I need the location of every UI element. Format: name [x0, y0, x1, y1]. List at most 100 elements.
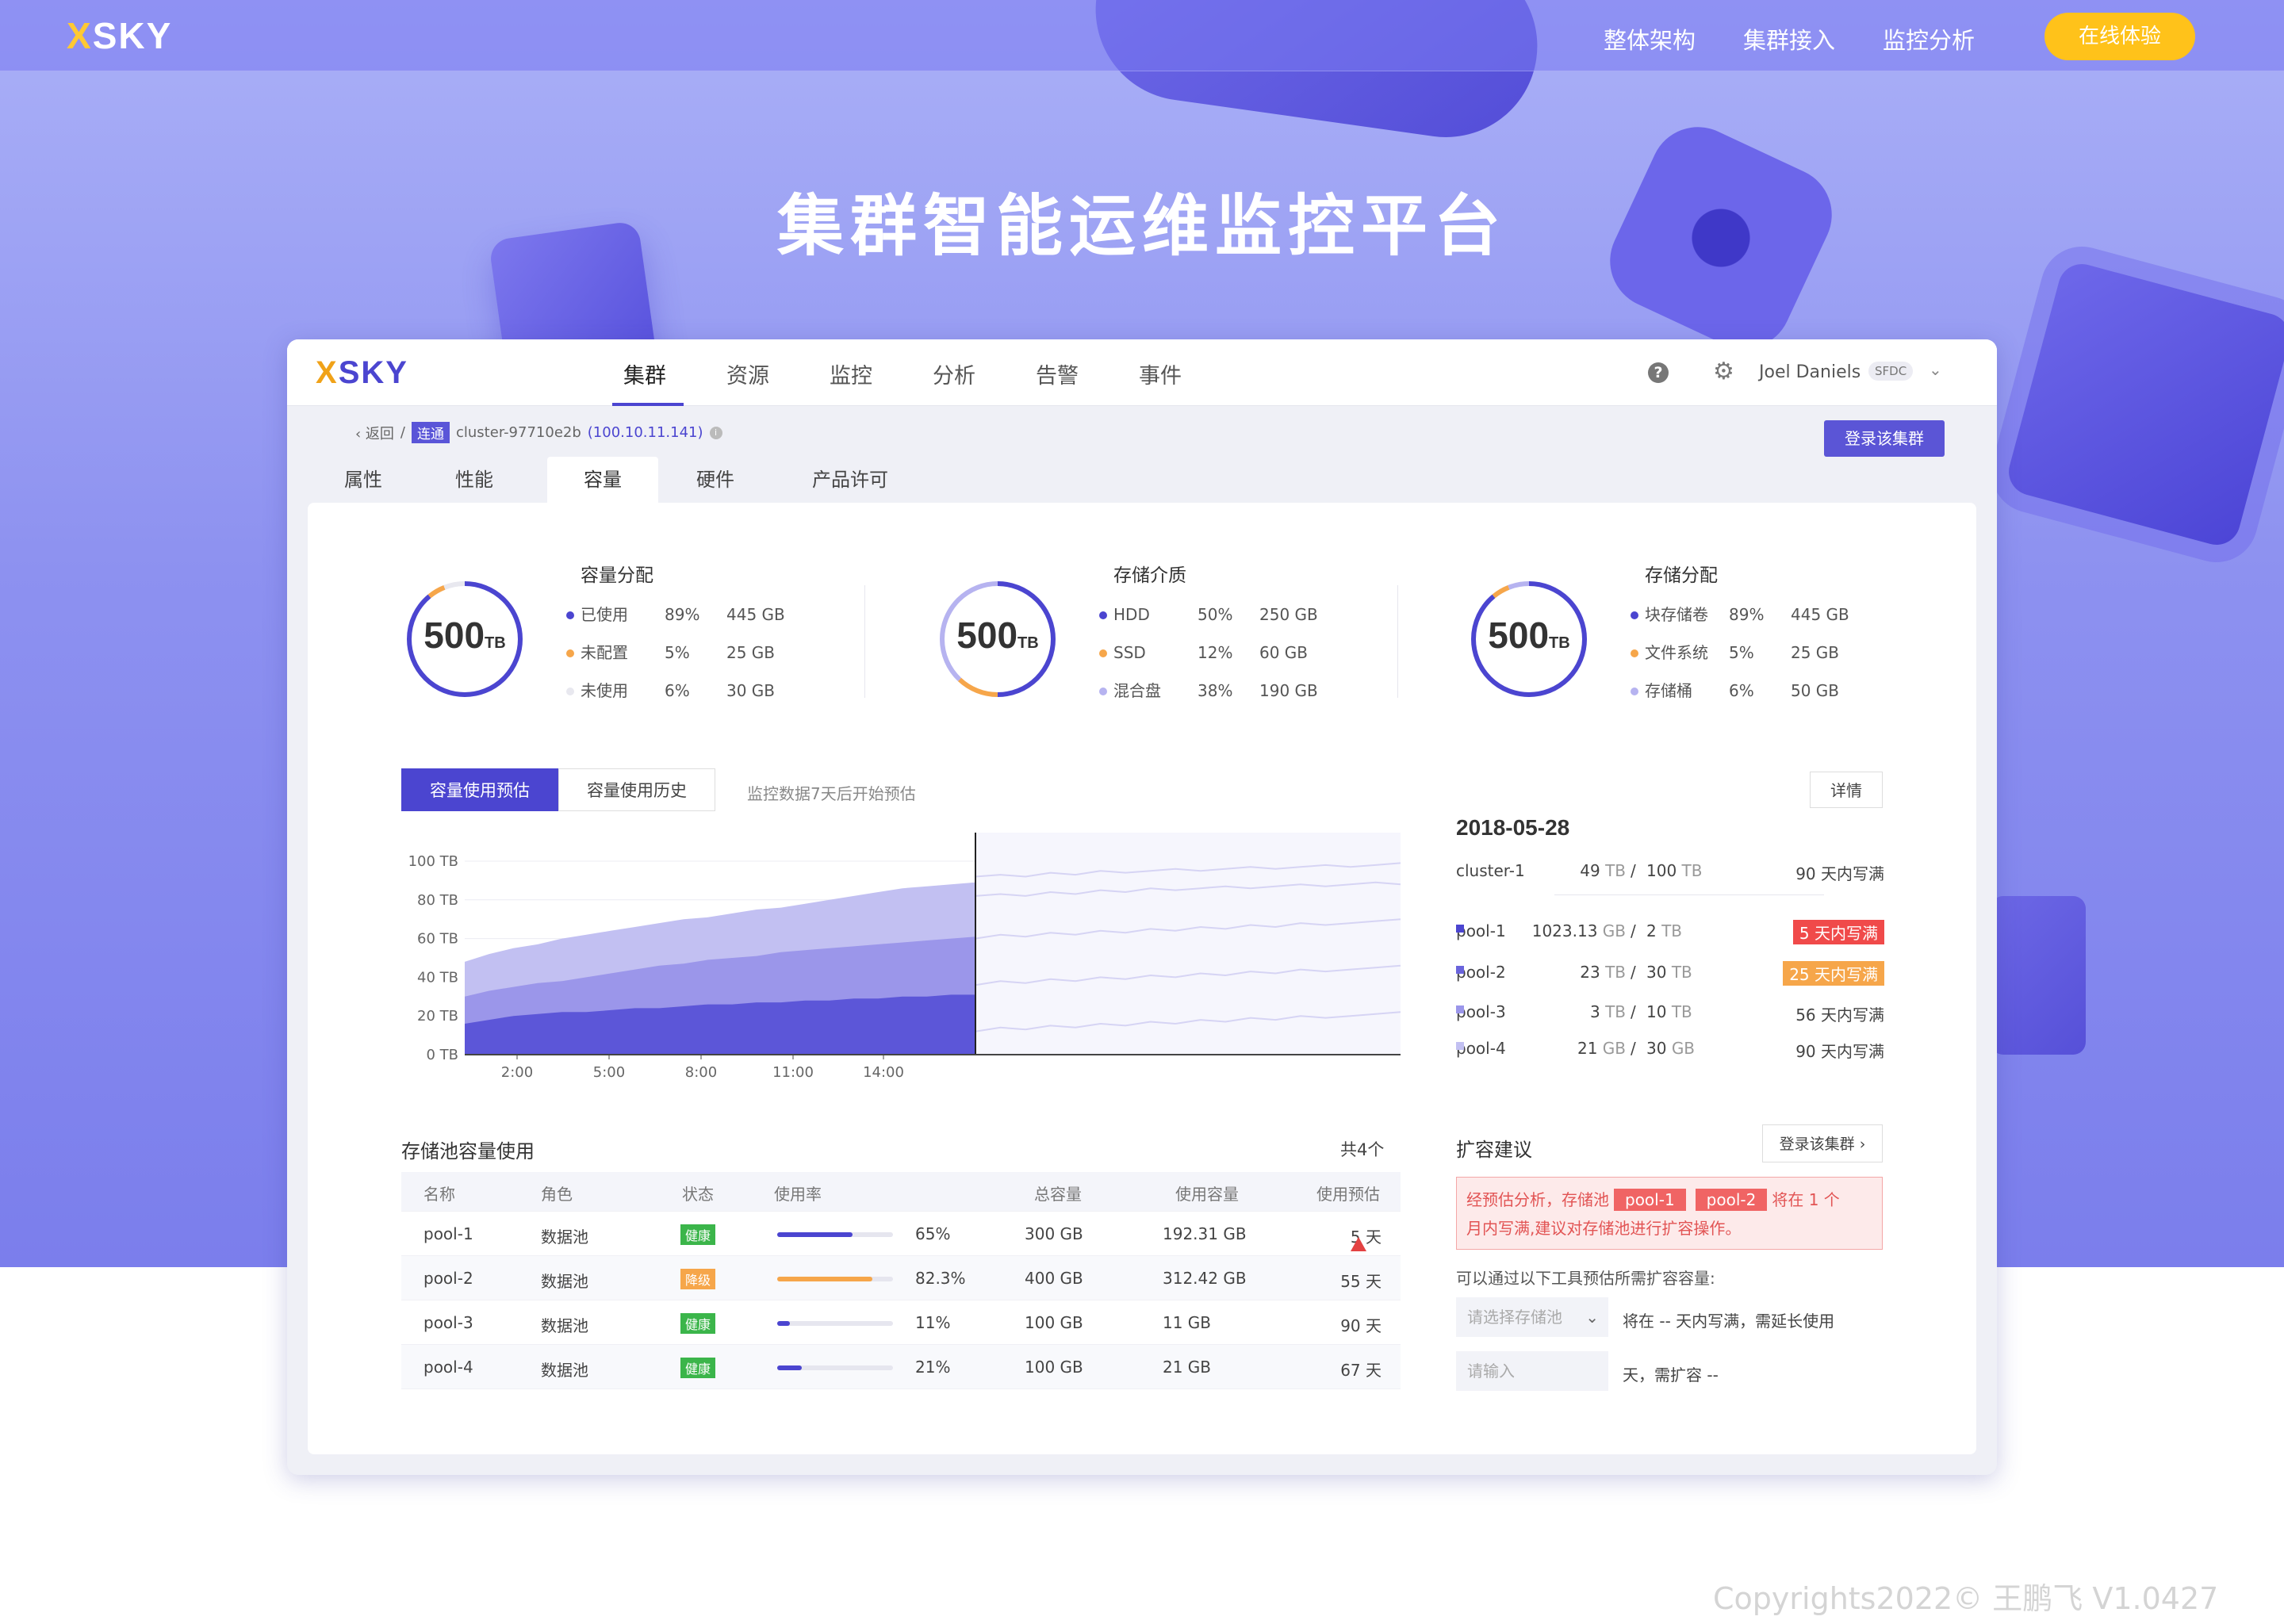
col-used[interactable]: 使用容量 — [1175, 1182, 1239, 1205]
y-tick-label: 0 TB — [426, 1047, 458, 1063]
site-logo[interactable]: XSKY — [67, 14, 172, 57]
usage-percent: 11% — [915, 1313, 951, 1332]
legend-value: 25 GB — [726, 643, 776, 662]
subtab-license[interactable]: 产品许可 — [779, 457, 922, 503]
col-status[interactable]: 状态 — [682, 1182, 714, 1205]
table-row[interactable]: pool-2 数据池 降级 82.3% 400 GB 312.42 GB 55 天 — [401, 1256, 1401, 1300]
nav-tab-resource[interactable]: 资源 — [726, 358, 769, 389]
user-name[interactable]: Joel Daniels — [1759, 362, 1861, 382]
info-icon[interactable]: i — [709, 426, 722, 439]
legend-label: 混合盘 — [1099, 680, 1161, 701]
summary-divider — [864, 585, 865, 698]
col-name[interactable]: 名称 — [423, 1182, 455, 1205]
col-total[interactable]: 总容量 — [1034, 1182, 1082, 1205]
login-cluster-link[interactable]: 登录该集群 › — [1762, 1124, 1883, 1162]
pool-count: 共4个 — [1340, 1140, 1385, 1159]
usage-percent: 82.3% — [915, 1269, 966, 1288]
forecast-cluster-row[interactable]: cluster-1 49 TB/100 TB 90 天内写满 — [1456, 858, 1884, 883]
detail-button[interactable]: 详情 — [1810, 772, 1883, 808]
nav-tab-cluster[interactable]: 集群 — [623, 358, 666, 389]
subtab-performance[interactable]: 性能 — [419, 457, 530, 503]
chevron-down-icon: ⌄ — [1585, 1308, 1599, 1327]
col-estimate[interactable]: 使用预估 — [1316, 1182, 1380, 1205]
nav-link-monitoring[interactable]: 监控分析 — [1883, 22, 1975, 56]
status-badge: 健康 — [680, 1224, 716, 1245]
summary-title: 存储介质 — [1113, 565, 1186, 586]
x-tick-label: 11:00 — [772, 1064, 814, 1081]
pool-name: pool-3 — [423, 1313, 473, 1332]
summary-divider — [1397, 585, 1398, 698]
usage-estimate: 67 天 — [1340, 1361, 1382, 1380]
table-row[interactable]: pool-1 数据池 健康 65% 300 GB 192.31 GB 5 天 — [401, 1212, 1401, 1256]
usage-percent: 21% — [915, 1358, 951, 1377]
pool-role: 数据池 — [541, 1316, 588, 1335]
gear-icon[interactable]: ⚙ — [1713, 360, 1734, 384]
tab-usage-forecast[interactable]: 容量使用预估 — [401, 768, 558, 811]
pool-total: 300 GB — [1025, 1224, 1083, 1243]
nav-tab-monitor[interactable]: 监控 — [830, 358, 872, 389]
help-icon[interactable]: ? — [1648, 362, 1669, 383]
nav-link-architecture[interactable]: 整体架构 — [1604, 22, 1696, 56]
status-badge: 健康 — [680, 1358, 716, 1378]
usage-bar — [777, 1232, 893, 1237]
page-title: 集群智能运维监控平台 — [776, 187, 1507, 265]
col-role[interactable]: 角色 — [541, 1182, 573, 1205]
nav-tab-alarm[interactable]: 告警 — [1036, 358, 1079, 389]
app-logo[interactable]: XSKY — [316, 355, 408, 391]
expansion-suggestion-title: 扩容建议 — [1456, 1139, 1532, 1161]
usage-bar — [777, 1365, 893, 1370]
forecast-pool-row[interactable]: pool-1 1023.13 GB/2 TB 5 天内写满 — [1456, 918, 1884, 944]
forecast-pool-row[interactable]: pool-4 21 GB/30 GB 90 天内写满 — [1456, 1036, 1884, 1061]
days-input[interactable]: 请输入 — [1456, 1351, 1608, 1391]
top-navbar: XSKY 整体架构 集群接入 监控分析 在线体验 — [0, 0, 2284, 71]
tab-usage-history[interactable]: 容量使用历史 — [558, 768, 715, 811]
capacity-forecast-chart: 0 TB 20 TB 40 TB 60 TB 80 TB 100 TB 2:00 5:00 8:… — [408, 833, 1401, 1081]
subtab-capacity[interactable]: 容量 — [547, 457, 658, 503]
col-usage[interactable]: 使用率 — [774, 1182, 822, 1205]
x-tick-label: 5:00 — [593, 1064, 625, 1081]
table-row[interactable]: pool-3 数据池 健康 11% 100 GB 11 GB 90 天 — [401, 1300, 1401, 1345]
legend-percent: 89% — [1729, 605, 1765, 624]
forecast-pool-row[interactable]: pool-3 3 TB/10 TB 56 天内写满 — [1456, 999, 1884, 1025]
chevron-down-icon[interactable]: ⌄ — [1929, 360, 1942, 379]
estimate-hint: 可以通过以下工具预估所需扩容容量: — [1456, 1269, 1715, 1288]
subtab-attributes[interactable]: 属性 — [308, 457, 419, 503]
pool-usage-title: 存储池容量使用 — [401, 1140, 535, 1162]
estimate-result-text: 将在 -- 天内写满，需延长使用 — [1623, 1312, 1835, 1331]
nav-link-cluster-access[interactable]: 集群接入 — [1743, 22, 1835, 56]
summary-title: 容量分配 — [581, 565, 653, 586]
pool-role: 数据池 — [541, 1361, 588, 1380]
back-link[interactable]: ‹ 返回 — [355, 423, 394, 443]
try-online-button[interactable]: 在线体验 — [2044, 13, 2195, 60]
cluster-ip: (100.10.11.141) — [587, 424, 703, 441]
nav-tab-analysis[interactable]: 分析 — [933, 358, 975, 389]
pool-used: 192.31 GB — [1163, 1224, 1247, 1243]
forecast-pool-row[interactable]: pool-2 23 TB/30 TB 25 天内写满 — [1456, 959, 1884, 986]
capacity-donut: 500TB — [1466, 576, 1592, 703]
legend-label: SSD — [1099, 642, 1146, 663]
nav-tab-event[interactable]: 事件 — [1139, 358, 1182, 389]
legend-label: 未使用 — [566, 680, 628, 701]
forecast-date: 2018-05-28 — [1456, 815, 1570, 840]
legend-percent: 89% — [665, 605, 700, 624]
user-org-badge: SFDC — [1868, 362, 1914, 381]
legend-value: 250 GB — [1259, 605, 1318, 624]
chart-note: 监控数据7天后开始预估 — [747, 784, 916, 803]
subtab-hardware[interactable]: 硬件 — [660, 457, 771, 503]
active-tab-indicator — [612, 403, 684, 406]
pool-total: 100 GB — [1025, 1358, 1083, 1377]
capacity-donut: 500TB — [934, 576, 1061, 703]
alert-pool-chip: pool-2 — [1695, 1189, 1768, 1211]
login-cluster-button[interactable]: 登录该集群 — [1824, 420, 1945, 457]
legend-value: 25 GB — [1791, 643, 1840, 662]
status-badge: 健康 — [680, 1313, 716, 1334]
table-header: 名称 角色 状态 使用率 总容量 使用容量 使用预估 — [401, 1172, 1401, 1212]
pool-used: 312.42 GB — [1163, 1269, 1247, 1288]
pool-select[interactable]: 请选择存储池 ⌄ — [1456, 1297, 1608, 1337]
table-row[interactable]: pool-4 数据池 健康 21% 100 GB 21 GB 67 天 — [401, 1345, 1401, 1389]
decor-block-shape — [1991, 896, 2086, 1055]
legend-value: 30 GB — [726, 681, 776, 700]
pool-role: 数据池 — [541, 1272, 588, 1291]
pool-role: 数据池 — [541, 1228, 588, 1247]
pool-name: pool-2 — [423, 1269, 473, 1288]
